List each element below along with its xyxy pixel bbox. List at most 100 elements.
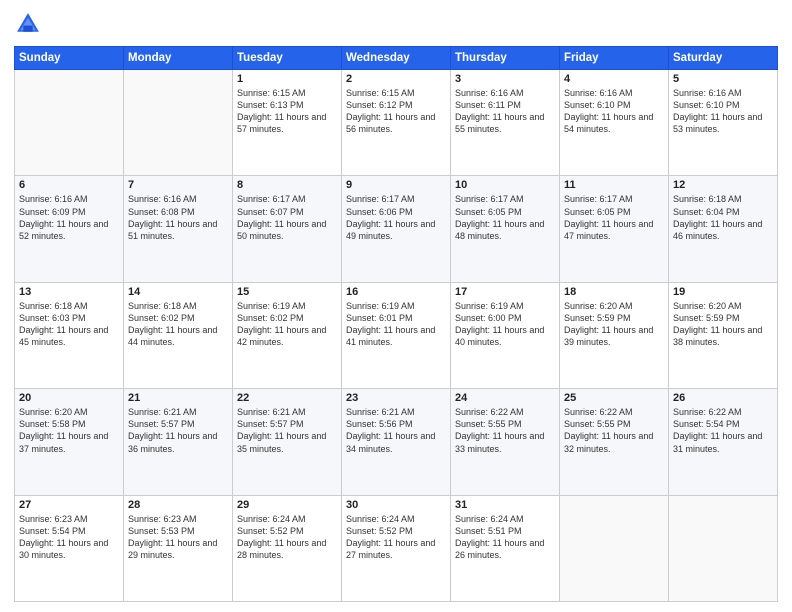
day-cell: 5 Sunrise: 6:16 AMSunset: 6:10 PMDaylight…: [669, 70, 778, 176]
day-cell: 7 Sunrise: 6:16 AMSunset: 6:08 PMDaylight…: [124, 176, 233, 282]
day-info: Sunrise: 6:16 AMSunset: 6:09 PMDaylight:…: [19, 193, 119, 242]
day-number: 2: [346, 73, 446, 85]
day-cell: 21 Sunrise: 6:21 AMSunset: 5:57 PMDayligh…: [124, 389, 233, 495]
day-info: Sunrise: 6:19 AMSunset: 6:01 PMDaylight:…: [346, 300, 446, 349]
day-number: 25: [564, 392, 664, 404]
day-info: Sunrise: 6:15 AMSunset: 6:12 PMDaylight:…: [346, 87, 446, 136]
day-number: 7: [128, 179, 228, 191]
day-number: 9: [346, 179, 446, 191]
day-cell: [15, 70, 124, 176]
logo-icon: [14, 10, 42, 38]
day-cell: 3 Sunrise: 6:16 AMSunset: 6:11 PMDaylight…: [451, 70, 560, 176]
day-cell: 1 Sunrise: 6:15 AMSunset: 6:13 PMDaylight…: [233, 70, 342, 176]
day-number: 17: [455, 286, 555, 298]
day-number: 22: [237, 392, 337, 404]
day-info: Sunrise: 6:17 AMSunset: 6:06 PMDaylight:…: [346, 193, 446, 242]
day-info: Sunrise: 6:16 AMSunset: 6:10 PMDaylight:…: [673, 87, 773, 136]
weekday-header-wednesday: Wednesday: [342, 47, 451, 70]
day-cell: 6 Sunrise: 6:16 AMSunset: 6:09 PMDaylight…: [15, 176, 124, 282]
day-info: Sunrise: 6:21 AMSunset: 5:57 PMDaylight:…: [128, 406, 228, 455]
day-cell: 22 Sunrise: 6:21 AMSunset: 5:57 PMDayligh…: [233, 389, 342, 495]
day-cell: 16 Sunrise: 6:19 AMSunset: 6:01 PMDayligh…: [342, 282, 451, 388]
day-cell: 29 Sunrise: 6:24 AMSunset: 5:52 PMDayligh…: [233, 495, 342, 601]
day-info: Sunrise: 6:24 AMSunset: 5:52 PMDaylight:…: [237, 513, 337, 562]
day-cell: 24 Sunrise: 6:22 AMSunset: 5:55 PMDayligh…: [451, 389, 560, 495]
day-info: Sunrise: 6:22 AMSunset: 5:54 PMDaylight:…: [673, 406, 773, 455]
header: [14, 10, 778, 38]
day-info: Sunrise: 6:23 AMSunset: 5:53 PMDaylight:…: [128, 513, 228, 562]
week-row-5: 27 Sunrise: 6:23 AMSunset: 5:54 PMDayligh…: [15, 495, 778, 601]
week-row-3: 13 Sunrise: 6:18 AMSunset: 6:03 PMDayligh…: [15, 282, 778, 388]
day-info: Sunrise: 6:15 AMSunset: 6:13 PMDaylight:…: [237, 87, 337, 136]
day-number: 10: [455, 179, 555, 191]
day-cell: 8Sunrise: 6:17 AMSunset: 6:07 PMDaylight…: [233, 176, 342, 282]
day-number: 18: [564, 286, 664, 298]
week-row-4: 20 Sunrise: 6:20 AMSunset: 5:58 PMDayligh…: [15, 389, 778, 495]
weekday-header-tuesday: Tuesday: [233, 47, 342, 70]
day-cell: [560, 495, 669, 601]
day-info: Sunrise: 6:18 AMSunset: 6:02 PMDaylight:…: [128, 300, 228, 349]
day-info: Sunrise: 6:17 AMSunset: 6:05 PMDaylight:…: [564, 193, 664, 242]
day-number: 1: [237, 73, 337, 85]
day-number: 19: [673, 286, 773, 298]
day-number: 31: [455, 499, 555, 511]
day-number: 13: [19, 286, 119, 298]
day-number: 16: [346, 286, 446, 298]
day-cell: 17Sunrise: 6:19 AMSunset: 6:00 PMDayligh…: [451, 282, 560, 388]
day-number: 14: [128, 286, 228, 298]
page: SundayMondayTuesdayWednesdayThursdayFrid…: [0, 0, 792, 612]
week-row-1: 1 Sunrise: 6:15 AMSunset: 6:13 PMDaylight…: [15, 70, 778, 176]
day-info: Sunrise: 6:16 AMSunset: 6:11 PMDaylight:…: [455, 87, 555, 136]
day-cell: 19 Sunrise: 6:20 AMSunset: 5:59 PMDayligh…: [669, 282, 778, 388]
weekday-header-saturday: Saturday: [669, 47, 778, 70]
day-cell: 27 Sunrise: 6:23 AMSunset: 5:54 PMDayligh…: [15, 495, 124, 601]
day-info: Sunrise: 6:24 AMSunset: 5:51 PMDaylight:…: [455, 513, 555, 562]
day-number: 15: [237, 286, 337, 298]
day-number: 11: [564, 179, 664, 191]
day-number: 5: [673, 73, 773, 85]
day-number: 3: [455, 73, 555, 85]
day-info: Sunrise: 6:20 AMSunset: 5:59 PMDaylight:…: [673, 300, 773, 349]
day-info: Sunrise: 6:17 AMSunset: 6:05 PMDaylight:…: [455, 193, 555, 242]
day-info: Sunrise: 6:22 AMSunset: 5:55 PMDaylight:…: [455, 406, 555, 455]
day-number: 20: [19, 392, 119, 404]
day-info: Sunrise: 6:23 AMSunset: 5:54 PMDaylight:…: [19, 513, 119, 562]
day-cell: 23Sunrise: 6:21 AMSunset: 5:56 PMDayligh…: [342, 389, 451, 495]
day-cell: [124, 70, 233, 176]
week-row-2: 6 Sunrise: 6:16 AMSunset: 6:09 PMDaylight…: [15, 176, 778, 282]
day-number: 26: [673, 392, 773, 404]
day-info: Sunrise: 6:17 AMSunset: 6:07 PMDaylight:…: [237, 193, 337, 242]
day-number: 30: [346, 499, 446, 511]
day-info: Sunrise: 6:21 AMSunset: 5:57 PMDaylight:…: [237, 406, 337, 455]
logo: [14, 10, 46, 38]
day-cell: 30 Sunrise: 6:24 AMSunset: 5:52 PMDayligh…: [342, 495, 451, 601]
day-number: 27: [19, 499, 119, 511]
day-info: Sunrise: 6:24 AMSunset: 5:52 PMDaylight:…: [346, 513, 446, 562]
weekday-header-monday: Monday: [124, 47, 233, 70]
day-number: 24: [455, 392, 555, 404]
day-info: Sunrise: 6:22 AMSunset: 5:55 PMDaylight:…: [564, 406, 664, 455]
day-number: 21: [128, 392, 228, 404]
day-cell: 14 Sunrise: 6:18 AMSunset: 6:02 PMDayligh…: [124, 282, 233, 388]
day-cell: 26 Sunrise: 6:22 AMSunset: 5:54 PMDayligh…: [669, 389, 778, 495]
day-cell: 2 Sunrise: 6:15 AMSunset: 6:12 PMDaylight…: [342, 70, 451, 176]
day-cell: 13 Sunrise: 6:18 AMSunset: 6:03 PMDayligh…: [15, 282, 124, 388]
day-number: 29: [237, 499, 337, 511]
day-info: Sunrise: 6:19 AMSunset: 6:02 PMDaylight:…: [237, 300, 337, 349]
weekday-header-thursday: Thursday: [451, 47, 560, 70]
day-cell: 31 Sunrise: 6:24 AMSunset: 5:51 PMDayligh…: [451, 495, 560, 601]
day-cell: 9 Sunrise: 6:17 AMSunset: 6:06 PMDaylight…: [342, 176, 451, 282]
day-info: Sunrise: 6:16 AMSunset: 6:08 PMDaylight:…: [128, 193, 228, 242]
day-cell: 10 Sunrise: 6:17 AMSunset: 6:05 PMDayligh…: [451, 176, 560, 282]
day-number: 12: [673, 179, 773, 191]
day-number: 6: [19, 179, 119, 191]
day-cell: 12 Sunrise: 6:18 AMSunset: 6:04 PMDayligh…: [669, 176, 778, 282]
day-cell: 18 Sunrise: 6:20 AMSunset: 5:59 PMDayligh…: [560, 282, 669, 388]
day-info: Sunrise: 6:20 AMSunset: 5:58 PMDaylight:…: [19, 406, 119, 455]
day-info: Sunrise: 6:16 AMSunset: 6:10 PMDaylight:…: [564, 87, 664, 136]
day-info: Sunrise: 6:20 AMSunset: 5:59 PMDaylight:…: [564, 300, 664, 349]
day-cell: 4Sunrise: 6:16 AMSunset: 6:10 PMDaylight…: [560, 70, 669, 176]
day-cell: 15 Sunrise: 6:19 AMSunset: 6:02 PMDayligh…: [233, 282, 342, 388]
day-info: Sunrise: 6:18 AMSunset: 6:04 PMDaylight:…: [673, 193, 773, 242]
day-info: Sunrise: 6:18 AMSunset: 6:03 PMDaylight:…: [19, 300, 119, 349]
